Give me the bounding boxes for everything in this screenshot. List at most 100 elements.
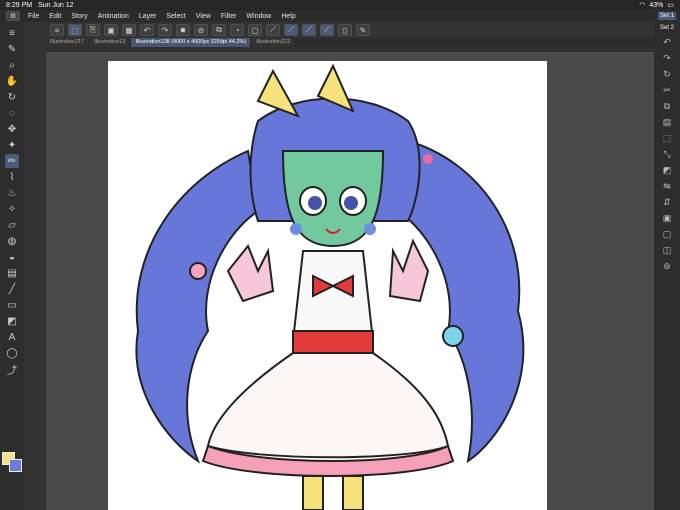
menu-filter[interactable]: Filter xyxy=(221,13,237,20)
rotate-icon[interactable]: ↻ xyxy=(5,90,19,104)
status-time: 8:29 PM xyxy=(6,1,33,9)
document-tabs: Illustration217 Illustration23 Illustrat… xyxy=(46,38,654,47)
hand-right xyxy=(388,238,430,303)
save-icon[interactable]: ▦ xyxy=(122,24,136,36)
status-right: ◠ 43% ▭ xyxy=(639,1,674,10)
layers-icon[interactable]: ≡ xyxy=(50,24,64,36)
tab-illustration217[interactable]: Illustration217 xyxy=(46,38,89,47)
set-1-button[interactable]: Set 1 xyxy=(657,12,676,20)
tool-property-strip xyxy=(24,22,46,510)
redo-right-icon[interactable]: ↷ xyxy=(661,52,673,64)
fill-icon[interactable]: ◒ xyxy=(5,250,19,264)
battery-label: 43% xyxy=(649,1,664,9)
undo-icon[interactable]: ↶ xyxy=(140,24,154,36)
menu-select[interactable]: Select xyxy=(166,13,185,20)
menu-bar: File Edit Story Animation Layer Select V… xyxy=(0,10,680,22)
zoom-icon[interactable]: ⌕ xyxy=(5,58,19,72)
airbrush-icon[interactable]: ♨ xyxy=(5,186,19,200)
gradient-icon[interactable]: ▤ xyxy=(5,266,19,280)
ios-status-bar: 8:29 PM Sun Jun 12 ◠ 43% ▭ xyxy=(0,0,680,10)
hand-icon[interactable]: ✋ xyxy=(5,74,19,88)
decoration-icon[interactable]: ✧ xyxy=(5,202,19,216)
frame-icon[interactable]: ▭ xyxy=(5,298,19,312)
undo-right-icon[interactable]: ↶ xyxy=(661,36,673,48)
menu-view[interactable]: View xyxy=(196,13,211,20)
deselect-icon[interactable]: ▢ xyxy=(661,228,673,240)
menu-layer[interactable]: Layer xyxy=(139,13,157,20)
clear-icon[interactable]: ⊘ xyxy=(194,24,208,36)
reference-icon[interactable]: ▢ xyxy=(248,24,262,36)
line-icon[interactable]: ╱ xyxy=(5,282,19,296)
transform-icon[interactable]: ✹ xyxy=(176,24,190,36)
open-icon[interactable]: ▣ xyxy=(104,24,118,36)
move-icon[interactable]: ✥ xyxy=(5,122,19,136)
status-date: Sun Jun 12 xyxy=(38,1,74,9)
snap-ruler-icon[interactable]: ⟋ xyxy=(284,24,298,36)
correct-line-icon[interactable]: ⤴ xyxy=(5,362,19,377)
scale-icon[interactable]: ⤡ xyxy=(661,148,673,160)
leg-left xyxy=(302,475,324,510)
snap-grid-icon[interactable]: ⟋ xyxy=(320,24,334,36)
text-icon[interactable]: A xyxy=(5,330,19,344)
tool-palette: ≡ ✎ ⌕ ✋ ↻ ◌ ✥ ✦ ✏ ⌇ ♨ ✧ ▱ ◍ ◒ ▤ ╱ ▭ ◩ A … xyxy=(0,22,24,510)
crop-icon[interactable]: ⧉ xyxy=(212,24,226,36)
waist-band xyxy=(292,330,374,354)
tab-illustration138[interactable]: Illustration138 (4000 x 4000px 326dpi 44… xyxy=(131,38,251,47)
select-all-icon[interactable]: ▣ xyxy=(661,212,673,224)
blend-icon[interactable]: ◍ xyxy=(5,234,19,248)
eraser-icon[interactable]: ▱ xyxy=(5,218,19,232)
wifi-icon: ◠ xyxy=(639,2,646,9)
fill-bucket-icon[interactable]: ◔ xyxy=(230,24,244,36)
invert-selection-icon[interactable]: ◫ xyxy=(661,244,673,256)
snap-icon[interactable]: ⟋ xyxy=(266,24,280,36)
candy-3 xyxy=(189,262,207,280)
reference-right-icon[interactable]: ⊚ xyxy=(661,260,673,272)
lasso-icon[interactable]: ◌ xyxy=(5,106,19,120)
right-command-panel: Set 1 Set 2 ↶ ↷ ↻ ✂ ⧉ ▤ ⬚ ⤡ ◩ ⇋ ⇵ ▣ ▢ ◫ … xyxy=(654,10,680,510)
pencil-tool-icon[interactable]: ✏ xyxy=(5,154,19,168)
hand-left xyxy=(226,244,275,303)
paste-icon[interactable]: ▤ xyxy=(661,116,673,128)
flip-horizontal-icon[interactable]: ⇋ xyxy=(661,180,673,192)
command-bar: ≡ ⬚ ⎘ ▣ ▦ ↶ ↷ ✹ ⊘ ⧉ ◔ ▢ ⟋ ⟋ ⟋ ⟋ ▯ ✎ xyxy=(46,22,654,38)
set-2-button[interactable]: Set 2 xyxy=(658,24,676,32)
new-icon[interactable]: ⎘ xyxy=(86,24,100,36)
menu-toggle-icon[interactable]: ≡ xyxy=(5,26,19,40)
menu-window[interactable]: Window xyxy=(246,13,271,20)
cut-icon[interactable]: ✂ xyxy=(661,84,673,96)
tab-illustration23[interactable]: Illustration23 xyxy=(90,38,130,47)
menu-help[interactable]: Help xyxy=(281,13,295,20)
redo-icon[interactable]: ↷ xyxy=(158,24,172,36)
edit-icon[interactable]: ✎ xyxy=(356,24,370,36)
selection-icon[interactable]: ⬚ xyxy=(68,24,82,36)
candy-1 xyxy=(423,154,433,164)
flip-vertical-icon[interactable]: ⇵ xyxy=(661,196,673,208)
drawing-canvas[interactable] xyxy=(108,61,547,510)
menu-story[interactable]: Story xyxy=(71,13,87,20)
canvas-area[interactable] xyxy=(46,53,654,510)
magic-wand-icon[interactable]: ✦ xyxy=(5,138,19,152)
menu-edit[interactable]: Edit xyxy=(49,13,61,20)
skirt xyxy=(206,352,450,459)
menu-file[interactable]: File xyxy=(28,13,39,20)
rotate-right-icon[interactable]: ↻ xyxy=(661,68,673,80)
copy-icon[interactable]: ⧉ xyxy=(661,100,673,112)
fill-right-icon[interactable]: ◩ xyxy=(661,164,673,176)
battery-icon: ▭ xyxy=(667,2,674,9)
device-icon[interactable]: ▯ xyxy=(338,24,352,36)
sub-color-swatch[interactable] xyxy=(9,459,22,472)
ruler-icon[interactable]: ◩ xyxy=(5,314,19,328)
balloon-icon[interactable]: ◯ xyxy=(5,346,19,360)
transform-right-icon[interactable]: ⬚ xyxy=(661,132,673,144)
settings-gear-icon[interactable]: ⚙ xyxy=(6,11,20,21)
menu-animation[interactable]: Animation xyxy=(98,13,129,20)
snap-special-icon[interactable]: ⟋ xyxy=(302,24,316,36)
illustration-artwork xyxy=(135,63,525,510)
leg-right xyxy=(342,475,364,510)
brush-icon[interactable]: ⌇ xyxy=(5,170,19,184)
color-swatches xyxy=(2,452,24,484)
tab-illustration222[interactable]: Illustration222 xyxy=(252,38,295,47)
pen-tool-icon[interactable]: ✎ xyxy=(5,42,19,56)
ear-left xyxy=(256,68,301,118)
torso xyxy=(291,250,375,342)
